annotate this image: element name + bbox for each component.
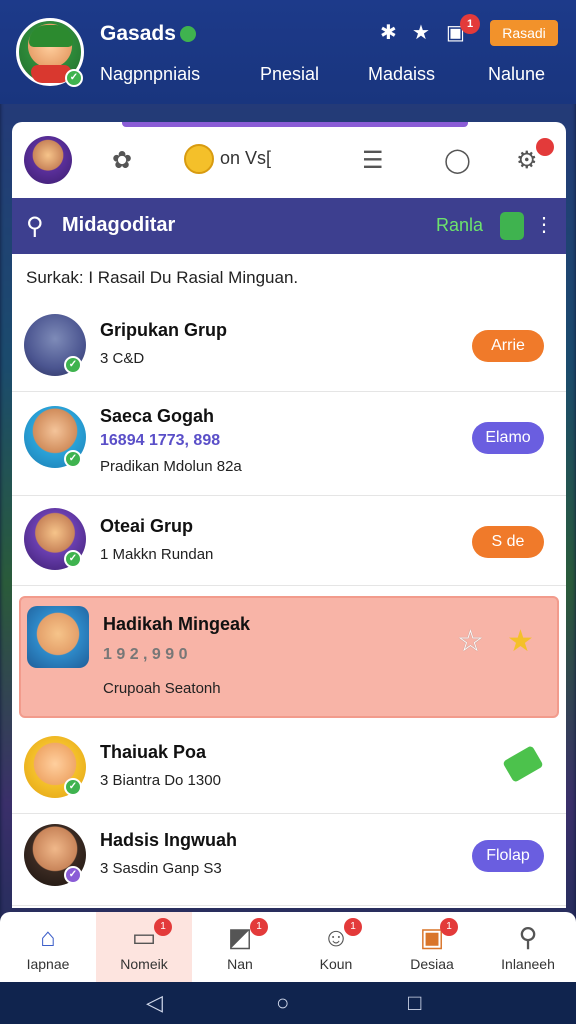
nav-badge: 1 [154, 918, 172, 936]
row-meta: 3 C&D [100, 350, 145, 367]
star-outline-icon[interactable]: ☆ [457, 624, 484, 659]
home-circle-icon[interactable]: ○ [276, 990, 289, 1016]
app-title: Gasads [100, 22, 176, 45]
row-meta: 3 Sasdin Ganp S3 [100, 860, 222, 877]
list-item[interactable]: ✓ Gripukan Grup 3 C&D Arrie [12, 304, 566, 392]
verified-badge-icon [180, 26, 196, 42]
nav-label: Nan [227, 956, 253, 972]
star-icon[interactable]: ★ [412, 20, 430, 45]
back-icon[interactable]: ◁ [146, 990, 163, 1016]
list-item-highlighted[interactable]: Hadikah Mingeak 1 9 2 , 9 9 0 Crupoah Se… [19, 596, 559, 718]
list-icon[interactable]: ☰ [362, 146, 384, 175]
row-title: Hadsis Ingwuah [100, 830, 238, 850]
chat-icon: ☺ [322, 922, 350, 952]
row-meta: Crupoah Seatonh [103, 680, 221, 697]
row-title: Thaiuak Poa [100, 742, 207, 762]
user-icon[interactable]: ◯ [444, 146, 471, 175]
header-tab-3[interactable]: Madaiss [368, 64, 435, 85]
nav-label: Koun [319, 956, 353, 972]
row-action-button[interactable]: Arrie [472, 330, 544, 362]
header-tab-1[interactable]: Nagpnpniais [100, 64, 200, 85]
nav-badge: 1 [344, 918, 362, 936]
app-header: ✓ Gasads ✱ ★ ▣ 1 Rasadi Nagpnpniais Pnes… [0, 0, 576, 104]
nav-item-chest[interactable]: ▣ Desiaa 1 [384, 912, 480, 982]
search-icon: ⚲ [518, 922, 538, 952]
main-card: ✿ on Vs[ ☰ ◯ ⚙ ⚲ Midagoditar Ranla ⋮ Sur… [12, 122, 566, 908]
more-icon[interactable]: ⋮ [534, 212, 554, 237]
header-tab-2[interactable]: Pnesial [260, 64, 319, 85]
toolbar-text: on Vs[ [220, 148, 272, 168]
verified-icon: ✓ [64, 778, 82, 796]
verified-icon: ✓ [64, 356, 82, 374]
list-subtitle: Surkak: I Rasail Du Rasial Minguan. [26, 268, 299, 287]
toolbar: ✿ on Vs[ ☰ ◯ ⚙ [12, 132, 566, 202]
bottom-navigation: ⌂ Iapnae ▭ Nomeik 1 ◩ Nan 1 ☺ Koun 1 ▣ D… [0, 912, 576, 982]
verified-icon: ✓ [64, 866, 82, 884]
nav-item-home[interactable]: ⌂ Iapnae [0, 912, 96, 982]
nav-badge: 1 [440, 918, 458, 936]
row-meta: 1 Makkn Rundan [100, 546, 214, 563]
nav-label: Nomeik [120, 956, 168, 972]
star-icon[interactable]: ★ [507, 624, 534, 659]
header-tab-4[interactable]: Nalune [488, 64, 545, 85]
row-meta: Pradikan Mdolun 82a [100, 458, 242, 475]
list-item[interactable]: ✓ Oteai Grup 1 Makkn Rundan S de [12, 496, 566, 586]
nav-item-board[interactable]: ◩ Nan 1 [192, 912, 288, 982]
verified-icon: ✓ [64, 450, 82, 468]
avatar [27, 606, 89, 668]
search-title: Midagoditar [62, 214, 176, 236]
search-bar[interactable]: ⚲ Midagoditar Ranla ⋮ [12, 198, 566, 254]
row-numbers: 16894 1773, 898 [100, 432, 221, 449]
row-title: Oteai Grup [100, 516, 194, 536]
home-icon: ⌂ [40, 922, 56, 952]
search-right-label[interactable]: Ranla [436, 215, 483, 236]
settings-icon[interactable]: ⚙ [516, 146, 538, 175]
header-chip-button[interactable]: Rasadi [490, 20, 558, 46]
badge-icon[interactable]: ✿ [112, 146, 132, 175]
row-action-button[interactable]: Elamo [472, 422, 544, 454]
settings-notification-dot [536, 138, 554, 156]
nav-item-search[interactable]: ⚲ Inlaneeh [480, 912, 576, 982]
recents-icon[interactable]: □ [408, 990, 421, 1016]
nav-label: Iapnae [26, 956, 70, 972]
row-meta: 3 Biantra Do 1300 [100, 772, 221, 789]
bluetooth-icon[interactable]: ✱ [380, 20, 397, 45]
row-numbers: 1 9 2 , 9 9 0 [103, 646, 188, 663]
verified-icon: ✓ [64, 550, 82, 568]
search-icon: ⚲ [26, 213, 44, 240]
system-navigation-bar: ◁ ○ □ [0, 982, 576, 1024]
row-title: Saeca Gogah [100, 406, 215, 426]
card-accent-line [122, 122, 468, 127]
notes-icon: ▭ [131, 922, 157, 952]
coin-icon [184, 144, 214, 174]
row-title: Gripukan Grup [100, 320, 228, 340]
nav-label: Inlaneeh [501, 956, 555, 972]
verified-icon: ✓ [65, 69, 83, 87]
list-item[interactable]: ✓ Hadsis Ingwuah 3 Sasdin Ganp S3 Flolap [12, 814, 566, 906]
row-action-button[interactable]: Flolap [472, 840, 544, 872]
nav-item-chat[interactable]: ☺ Koun 1 [288, 912, 384, 982]
row-title: Hadikah Mingeak [103, 614, 251, 634]
list-item[interactable]: ✓ Thaiuak Poa 3 Biantra Do 1300 [12, 726, 566, 814]
notification-badge: 1 [460, 14, 480, 34]
profile-avatar[interactable]: ✓ [16, 18, 84, 87]
toolbar-avatar[interactable] [24, 136, 72, 184]
nav-label: Desiaa [410, 956, 454, 972]
calendar-icon[interactable] [500, 212, 524, 240]
list-item[interactable]: ✓ Saeca Gogah 16894 1773, 898 Pradikan M… [12, 392, 566, 496]
board-icon: ◩ [227, 922, 253, 952]
nav-badge: 1 [250, 918, 268, 936]
tag-icon[interactable] [502, 745, 544, 783]
chest-icon: ▣ [419, 922, 445, 952]
nav-item-notes[interactable]: ▭ Nomeik 1 [96, 912, 192, 982]
row-action-button[interactable]: S de [472, 526, 544, 558]
